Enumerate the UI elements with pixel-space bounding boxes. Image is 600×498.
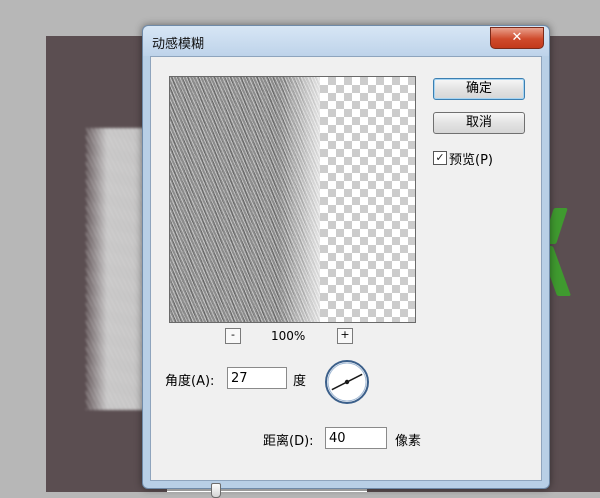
angle-dial-center	[344, 379, 350, 385]
ok-button[interactable]: 确定	[433, 78, 525, 100]
angle-dial[interactable]	[323, 358, 371, 406]
preview-checkbox-label: 预览(P)	[449, 153, 493, 168]
angle-label: 角度(A):	[165, 374, 215, 389]
title-bar[interactable]: 动感模糊 ✕	[143, 26, 549, 56]
motion-blur-dialog: 动感模糊 ✕ - 100% + 确定 取消 ✓ 预览(P) 角度(A): 27 …	[142, 25, 550, 498]
close-button[interactable]: ✕	[490, 27, 544, 49]
preview-fade-edge	[280, 77, 325, 322]
dialog-title: 动感模糊	[152, 37, 205, 52]
angle-unit: 度	[293, 374, 307, 389]
preview-checkbox[interactable]: ✓	[433, 151, 447, 165]
distance-input[interactable]: 40	[325, 427, 387, 449]
zoom-out-button[interactable]: -	[225, 328, 241, 344]
dialog-client-area: - 100% + 确定 取消 ✓ 预览(P) 角度(A): 27 度 距离(D)…	[150, 56, 542, 498]
distance-unit: 像素	[395, 434, 422, 449]
zoom-level: 100%	[271, 329, 306, 343]
preview-transparency-checker	[320, 77, 415, 322]
cancel-button[interactable]: 取消	[433, 112, 525, 134]
distance-label: 距离(D):	[263, 434, 314, 449]
zoom-out-icon: -	[231, 328, 235, 341]
checkmark-icon: ✓	[435, 151, 445, 164]
zoom-in-button[interactable]: +	[337, 328, 353, 344]
filter-preview[interactable]	[169, 76, 416, 323]
close-icon: ✕	[511, 30, 523, 45]
zoom-in-icon: +	[340, 328, 350, 341]
angle-input[interactable]: 27	[227, 367, 287, 389]
distance-slider-thumb[interactable]	[211, 483, 221, 498]
